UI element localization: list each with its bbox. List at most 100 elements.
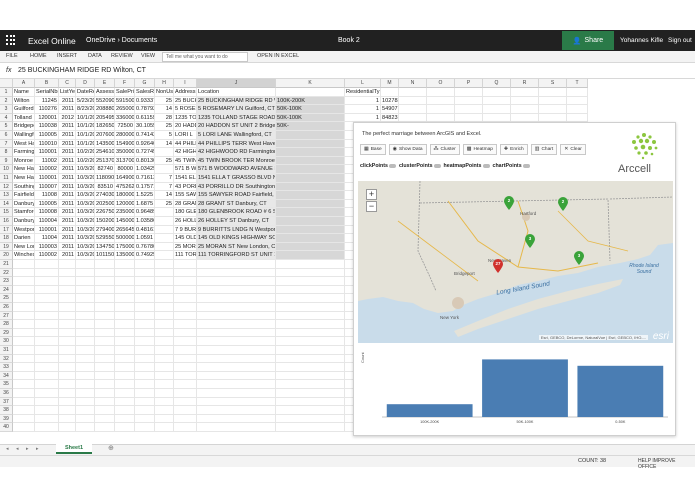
table-cell[interactable]: 552090 — [95, 96, 115, 106]
table-cell[interactable]: 10/3/201 — [76, 208, 95, 217]
table-cell[interactable]: 110004 — [35, 217, 59, 226]
row-header[interactable]: 2 — [0, 96, 13, 106]
table-cell[interactable] — [399, 105, 427, 114]
column-header[interactable]: P — [455, 79, 483, 88]
table-cell[interactable] — [276, 174, 345, 183]
column-header[interactable]: I — [174, 79, 197, 88]
table-cell[interactable]: 2011 — [59, 234, 76, 243]
sign-out-link[interactable]: Sign out — [668, 37, 692, 44]
table-cell[interactable] — [276, 199, 345, 209]
table-cell[interactable]: 1.03586 — [135, 217, 155, 226]
formula-input[interactable]: 25 BUCKINGHAM RIDGE RD Wilton, CT — [18, 67, 146, 74]
table-cell[interactable] — [13, 320, 35, 329]
table-cell[interactable]: 2011 — [59, 199, 76, 209]
table-cell[interactable] — [155, 165, 174, 174]
table-cell[interactable]: 2011 — [59, 105, 76, 114]
table-cell[interactable] — [115, 406, 135, 415]
table-cell[interactable] — [13, 285, 35, 295]
table-cell[interactable] — [59, 320, 76, 329]
table-cell[interactable] — [13, 363, 35, 372]
table-cell[interactable] — [155, 148, 174, 157]
table-cell[interactable]: 26 HOLLEY ST Danbury, CT — [197, 217, 276, 226]
table-cell[interactable]: 110007 — [35, 182, 59, 192]
column-header[interactable]: M — [381, 79, 399, 88]
table-cell[interactable] — [13, 311, 35, 321]
table-cell[interactable]: 5 — [155, 131, 174, 140]
table-cell[interactable]: 111 TOR — [174, 251, 197, 260]
table-cell[interactable]: 145 OLD KINGS HIGHWAY SOUTH D — [197, 234, 276, 243]
table-cell[interactable]: 10/3/201 — [76, 191, 95, 200]
table-cell[interactable]: 0.74925 — [135, 251, 155, 260]
row-header[interactable]: 11 — [0, 174, 13, 183]
table-cell[interactable]: 25 MORA — [174, 242, 197, 252]
row-header[interactable]: 12 — [0, 182, 13, 192]
table-cell[interactable]: Danbury — [13, 217, 35, 226]
table-cell[interactable] — [59, 380, 76, 389]
table-cell[interactable] — [115, 346, 135, 355]
table-cell[interactable] — [155, 414, 174, 424]
table-cell[interactable]: 110005 — [35, 199, 59, 209]
table-cell[interactable]: 30.1055 — [135, 122, 155, 131]
clear-button[interactable]: ✕ Clear — [560, 144, 586, 155]
table-cell[interactable]: 1.0591 — [135, 234, 155, 243]
table-cell[interactable]: 2011 — [59, 156, 76, 166]
table-cell[interactable] — [155, 285, 174, 295]
table-cell[interactable] — [59, 389, 76, 398]
table-cell[interactable]: 72500 — [115, 122, 135, 131]
table-cell[interactable]: 110002 — [35, 165, 59, 174]
table-cell[interactable] — [35, 414, 59, 424]
table-cell[interactable] — [174, 423, 197, 432]
table-cell[interactable] — [276, 156, 345, 166]
table-cell[interactable]: 54907 — [381, 105, 399, 114]
table-cell[interactable]: 102783 — [381, 96, 399, 106]
table-cell[interactable]: 1 — [345, 105, 381, 114]
table-cell[interactable]: 110001 — [35, 174, 59, 183]
row-header[interactable]: 21 — [0, 260, 13, 269]
table-cell[interactable]: 1 — [345, 96, 381, 106]
table-cell[interactable] — [95, 260, 115, 269]
tab-review[interactable]: REVIEW — [111, 53, 133, 59]
table-cell[interactable]: Fairfield — [13, 191, 35, 200]
table-cell[interactable]: 44 PHILLIPS TERR West Haven, CT — [197, 139, 276, 149]
table-cell[interactable] — [276, 225, 345, 235]
table-cell[interactable] — [155, 260, 174, 269]
table-cell[interactable] — [155, 380, 174, 389]
row-header[interactable]: 5 — [0, 122, 13, 131]
table-cell[interactable] — [174, 268, 197, 278]
table-cell[interactable] — [135, 389, 155, 398]
table-cell[interactable] — [13, 414, 35, 424]
table-cell[interactable]: 0.93337 — [135, 96, 155, 106]
table-cell[interactable] — [567, 96, 588, 106]
table-cell[interactable]: 571 B WOODWARD AVENUE New H — [197, 165, 276, 174]
table-cell[interactable] — [135, 423, 155, 432]
table-cell[interactable]: 2011 — [59, 96, 76, 106]
table-cell[interactable] — [427, 105, 455, 114]
table-cell[interactable]: Address — [174, 88, 197, 97]
column-header[interactable]: R — [511, 79, 539, 88]
table-cell[interactable]: 111 TORRINGFORD ST UNIT 18 Win — [197, 251, 276, 260]
table-cell[interactable]: 180 GLE — [174, 208, 197, 217]
table-cell[interactable]: New Hav — [13, 174, 35, 183]
table-cell[interactable] — [115, 389, 135, 398]
table-cell[interactable] — [155, 328, 174, 338]
table-cell[interactable]: New Lon — [13, 242, 35, 252]
table-cell[interactable]: 25 — [155, 122, 174, 131]
table-cell[interactable] — [76, 277, 95, 286]
table-cell[interactable]: 350000 — [115, 148, 135, 157]
table-cell[interactable] — [35, 328, 59, 338]
table-cell[interactable] — [276, 303, 345, 312]
table-cell[interactable] — [35, 277, 59, 286]
table-cell[interactable] — [115, 337, 135, 346]
table-cell[interactable]: 265000 — [115, 105, 135, 114]
row-header[interactable]: 6 — [0, 131, 13, 140]
table-cell[interactable] — [115, 371, 135, 381]
table-cell[interactable] — [95, 303, 115, 312]
table-cell[interactable]: 1541 EL — [174, 174, 197, 183]
document-title[interactable]: Book 2 — [338, 37, 360, 44]
table-cell[interactable]: 25 BUCKINGHAM RIDGE RD Wilton, — [197, 96, 276, 106]
table-cell[interactable] — [35, 397, 59, 407]
table-cell[interactable]: New Hav — [13, 165, 35, 174]
table-cell[interactable] — [276, 414, 345, 424]
table-cell[interactable] — [59, 311, 76, 321]
table-cell[interactable]: 110008 — [35, 208, 59, 217]
